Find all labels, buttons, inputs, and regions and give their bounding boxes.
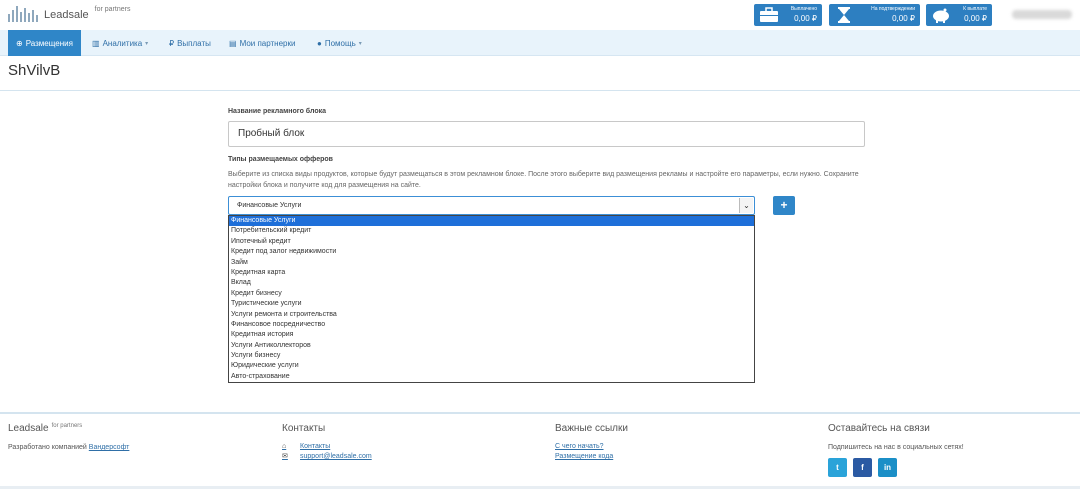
home-icon: ⌂: [282, 443, 287, 450]
chevron-down-icon: ▾: [145, 40, 149, 47]
footer-social-title: Оставайтесь на связи: [828, 423, 930, 434]
option-business-credit[interactable]: Кредит бизнесу: [229, 289, 754, 299]
divider: [0, 90, 1080, 91]
nav-help-label: Помощь: [324, 38, 356, 48]
stat-payable[interactable]: К выплате 0,00 ₽: [926, 4, 992, 26]
stat-paid-label: Выплачено: [790, 6, 817, 12]
option-credit-card[interactable]: Кредитная карта: [229, 268, 754, 278]
footer-brand-sub: for partners: [51, 423, 83, 429]
brand-sub: for partners: [94, 6, 131, 13]
bar-chart-icon: ▥: [92, 38, 100, 48]
stat-pending-value: 0,00 ₽: [892, 14, 915, 23]
social-buttons: t f in: [828, 458, 897, 477]
offer-types-label: Типы размещаемых офферов: [228, 156, 333, 163]
footer-dev-link[interactable]: Вандерсофт: [89, 444, 130, 451]
footer-links: Важные ссылки С чего начать? Размещение …: [555, 423, 628, 462]
id-card-icon: ▤: [229, 38, 237, 48]
stat-payable-label: К выплате: [963, 6, 987, 12]
info-icon: ●: [317, 38, 322, 48]
hourglass-icon: [838, 7, 850, 23]
footer-link-code[interactable]: Размещение кода: [555, 452, 628, 462]
chevron-down-icon[interactable]: ⌄: [739, 198, 753, 213]
nav-my-partners-label: Мои партнерки: [239, 38, 296, 48]
offer-type-select-value: Финансовые Услуги: [237, 202, 302, 209]
user-menu[interactable]: [1012, 10, 1072, 19]
envelope-icon: ✉: [282, 453, 288, 460]
piggy-bank-icon: [933, 8, 949, 23]
footer-link-start[interactable]: С чего начать?: [555, 442, 628, 452]
option-mortgage[interactable]: Ипотечный кредит: [229, 237, 754, 247]
nav-placements[interactable]: ⊕ Размещения: [8, 30, 81, 56]
logo-bars-icon: [8, 6, 38, 22]
globe-icon: ⊕: [16, 38, 23, 48]
footer-brand-name: Leadsale: [8, 423, 49, 434]
option-credit-history[interactable]: Кредитная история: [229, 330, 754, 340]
option-travel[interactable]: Туристические услуги: [229, 299, 754, 309]
footer-contacts: Контакты ⌂ Контакты ✉ support@leadsale.com: [282, 423, 372, 462]
footer-brand: Leadsale for partners Разработано компани…: [8, 423, 129, 451]
footer-links-title: Важные ссылки: [555, 423, 628, 434]
linkedin-icon[interactable]: in: [878, 458, 897, 477]
facebook-icon[interactable]: f: [853, 458, 872, 477]
offer-type-select[interactable]: Финансовые Услуги ⌄: [228, 196, 755, 215]
block-name-label: Название рекламного блока: [228, 108, 326, 115]
footer-email-link[interactable]: support@leadsale.com: [300, 452, 372, 462]
stat-pending-label: На подтверждении: [871, 6, 915, 12]
option-financial-brokerage[interactable]: Финансовое посредничество: [229, 320, 754, 330]
stat-paid-value: 0,00 ₽: [794, 14, 817, 23]
ruble-icon: ₽: [169, 38, 175, 48]
main-nav: ⊕ Размещения ▥ Аналитика ▾ ₽ Выплаты ▤ М…: [0, 30, 1080, 56]
twitter-icon[interactable]: t: [828, 458, 847, 477]
stat-payable-value: 0,00 ₽: [964, 14, 987, 23]
option-microloan[interactable]: Займ: [229, 258, 754, 268]
offer-types-help: Выберите из списка виды продуктов, котор…: [228, 171, 859, 189]
add-offer-type-button[interactable]: +: [773, 196, 795, 215]
nav-payouts[interactable]: ₽ Выплаты: [169, 30, 211, 56]
footer-contacts-title: Контакты: [282, 423, 326, 434]
offer-type-dropdown: Финансовые Услуги Потребительский кредит…: [228, 215, 755, 383]
stat-pending[interactable]: На подтверждении 0,00 ₽: [829, 4, 920, 26]
option-renovation[interactable]: Услуги ремонта и строительства: [229, 310, 754, 320]
nav-help[interactable]: ● Помощь ▾: [317, 30, 362, 56]
nav-analytics-label: Аналитика: [102, 38, 143, 48]
nav-analytics[interactable]: ▥ Аналитика ▾: [92, 30, 148, 56]
option-legal-services[interactable]: Юридические услуги: [229, 361, 754, 371]
option-car-insurance[interactable]: Авто-страхование: [229, 372, 754, 382]
block-name-input[interactable]: Пробный блок: [228, 121, 865, 147]
option-consumer-credit[interactable]: Потребительский кредит: [229, 226, 754, 236]
briefcase-icon: [760, 7, 778, 22]
top-bar: Leadsale for partners Выплачено 0,00 ₽ Н…: [0, 0, 1080, 30]
stat-paid[interactable]: Выплачено 0,00 ₽: [754, 4, 822, 26]
option-business-services[interactable]: Услуги бизнесу: [229, 351, 754, 361]
nav-payouts-label: Выплаты: [177, 38, 211, 48]
option-anti-collectors[interactable]: Услуги Антиколлекторов: [229, 341, 754, 351]
brand-logo[interactable]: Leadsale for partners: [8, 6, 130, 22]
brand-name: Leadsale: [44, 9, 89, 21]
option-secured-loan[interactable]: Кредит под залог недвижимости: [229, 247, 754, 257]
chevron-down-icon: ▾: [358, 40, 362, 47]
page-title: ShVilvB: [8, 62, 61, 79]
nav-placements-label: Размещения: [25, 38, 73, 48]
footer-contacts-link[interactable]: Контакты: [300, 442, 330, 452]
option-deposit[interactable]: Вклад: [229, 278, 754, 288]
footer-dev-text: Разработано компанией: [8, 444, 87, 451]
option-financial-services[interactable]: Финансовые Услуги: [229, 216, 754, 227]
footer-social: Оставайтесь на связи Подпишитесь на нас …: [828, 423, 964, 451]
footer-social-text: Подпишитесь на нас в социальных сетях!: [828, 444, 964, 451]
nav-my-partners[interactable]: ▤ Мои партнерки: [229, 30, 295, 56]
footer-divider: [0, 412, 1080, 414]
